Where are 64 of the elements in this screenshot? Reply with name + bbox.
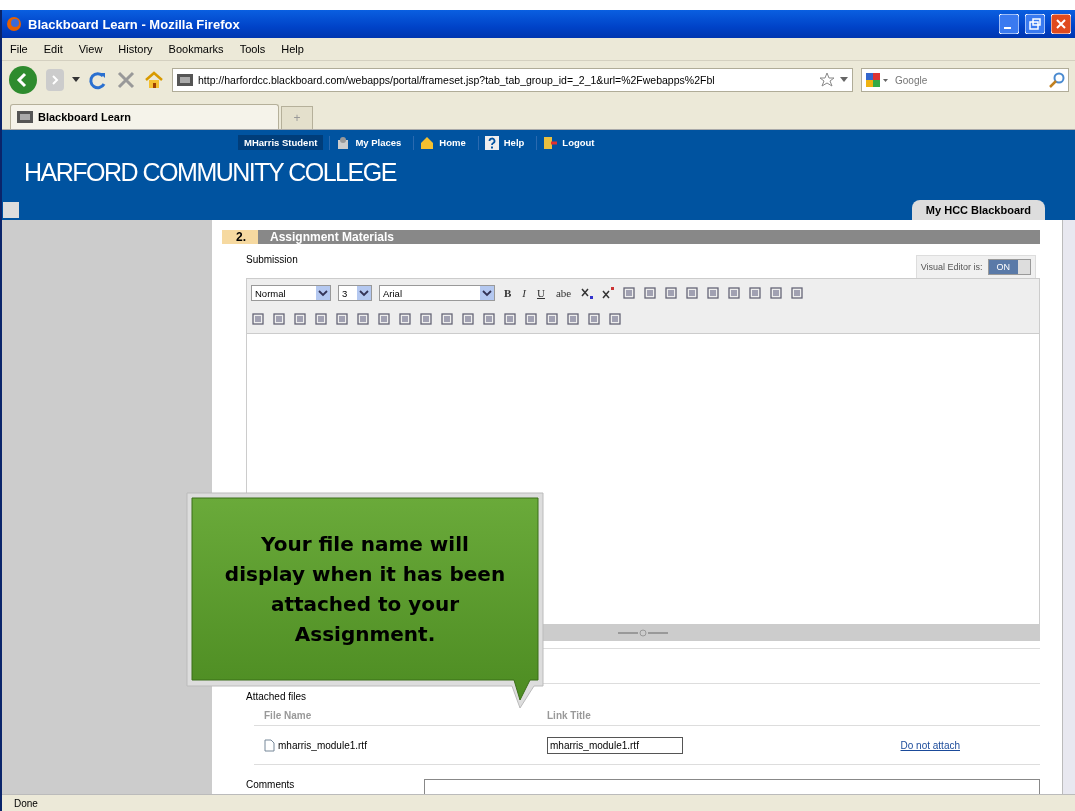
door-icon (543, 135, 558, 150)
menu-item[interactable]: Bookmarks (168, 43, 224, 55)
star-icon[interactable] (819, 72, 835, 88)
close-icon[interactable] (1051, 14, 1071, 34)
subscript-icon[interactable] (580, 286, 595, 300)
header-link[interactable]: My Places (329, 135, 408, 150)
format-button[interactable]: I (520, 287, 528, 299)
back-icon[interactable] (8, 65, 38, 95)
callout-text: Your file name will display when it has been attached to your Assignment. (223, 531, 507, 648)
link-title-field[interactable]: mharris_module1.rtf (547, 736, 683, 754)
minimize-icon[interactable] (999, 14, 1019, 34)
file-name: mharris_module1.rtf (278, 739, 367, 751)
status-text: Done (2, 794, 1075, 811)
site-icon (17, 111, 33, 123)
format-button[interactable]: abe (553, 287, 574, 299)
browser-logo-icon (6, 16, 22, 32)
menu-item[interactable]: Help (281, 43, 304, 55)
address-bar[interactable]: http://harfordcc.blackboard.com/webapps/portal/frameset.jsp?tab_tab_group_id=_2_1&url=%2Fwebapps%2Fbl (172, 68, 853, 92)
help-icon (484, 135, 499, 150)
site-icon (177, 74, 193, 86)
header-link[interactable]: Logout (536, 135, 601, 150)
font-dropdown[interactable]: Arial (379, 285, 495, 301)
header-link[interactable]: Help (477, 135, 531, 150)
portal-tab[interactable]: My HCC Blackboard (911, 200, 1045, 220)
section-title: Assignment Materials (258, 230, 1040, 244)
menu-toggle-icon[interactable] (3, 202, 19, 218)
do-not-attach-link[interactable]: Do not attach (900, 739, 960, 751)
menu-item[interactable]: Edit (43, 43, 63, 55)
column-header: File Name (254, 710, 537, 726)
file-icon (264, 738, 275, 752)
places-icon (336, 135, 351, 150)
visual-editor-toggle[interactable]: ON (987, 259, 1031, 275)
format-button[interactable]: U (535, 287, 547, 299)
window-title: Blackboard Learn - Mozilla Firefox (28, 16, 241, 32)
menu-item[interactable]: History (118, 43, 153, 55)
browser-tab[interactable]: Blackboard Learn (10, 104, 279, 129)
menu-item[interactable]: File (10, 43, 28, 55)
format-button[interactable]: B (502, 287, 514, 299)
dropdown-arrow-icon[interactable] (840, 77, 848, 83)
reload-icon[interactable] (88, 70, 108, 90)
size-dropdown[interactable]: 3 (338, 285, 372, 301)
home-icon[interactable] (144, 70, 164, 90)
stop-icon[interactable] (116, 70, 136, 90)
forward-icon[interactable] (46, 69, 64, 91)
step-number: 2. (222, 230, 258, 244)
style-dropdown[interactable]: Normal (251, 285, 331, 301)
field-label: Comments (246, 779, 295, 792)
dropdown-arrow-icon[interactable] (72, 77, 80, 83)
college-logo: HARFORD COMMUNITY COLLEGE (24, 158, 396, 186)
search-engine-icon[interactable] (865, 72, 889, 88)
menu-item[interactable]: Tools (239, 43, 266, 55)
visual-editor-label: Visual Editor is: (920, 262, 983, 272)
header-link[interactable]: Home (413, 135, 472, 150)
menu-item[interactable]: View (78, 43, 103, 55)
user-link[interactable]: MHarris Student (238, 135, 324, 150)
restore-icon[interactable] (1025, 14, 1045, 34)
scrollbar[interactable] (1062, 220, 1075, 794)
search-box[interactable]: Google (861, 68, 1069, 92)
home-icon (420, 135, 435, 150)
section-label: Attached files (246, 691, 308, 702)
column-header: Link Title (537, 710, 857, 726)
search-icon[interactable] (1049, 72, 1065, 88)
superscript-icon[interactable] (601, 286, 616, 300)
field-label: Submission (246, 254, 299, 265)
